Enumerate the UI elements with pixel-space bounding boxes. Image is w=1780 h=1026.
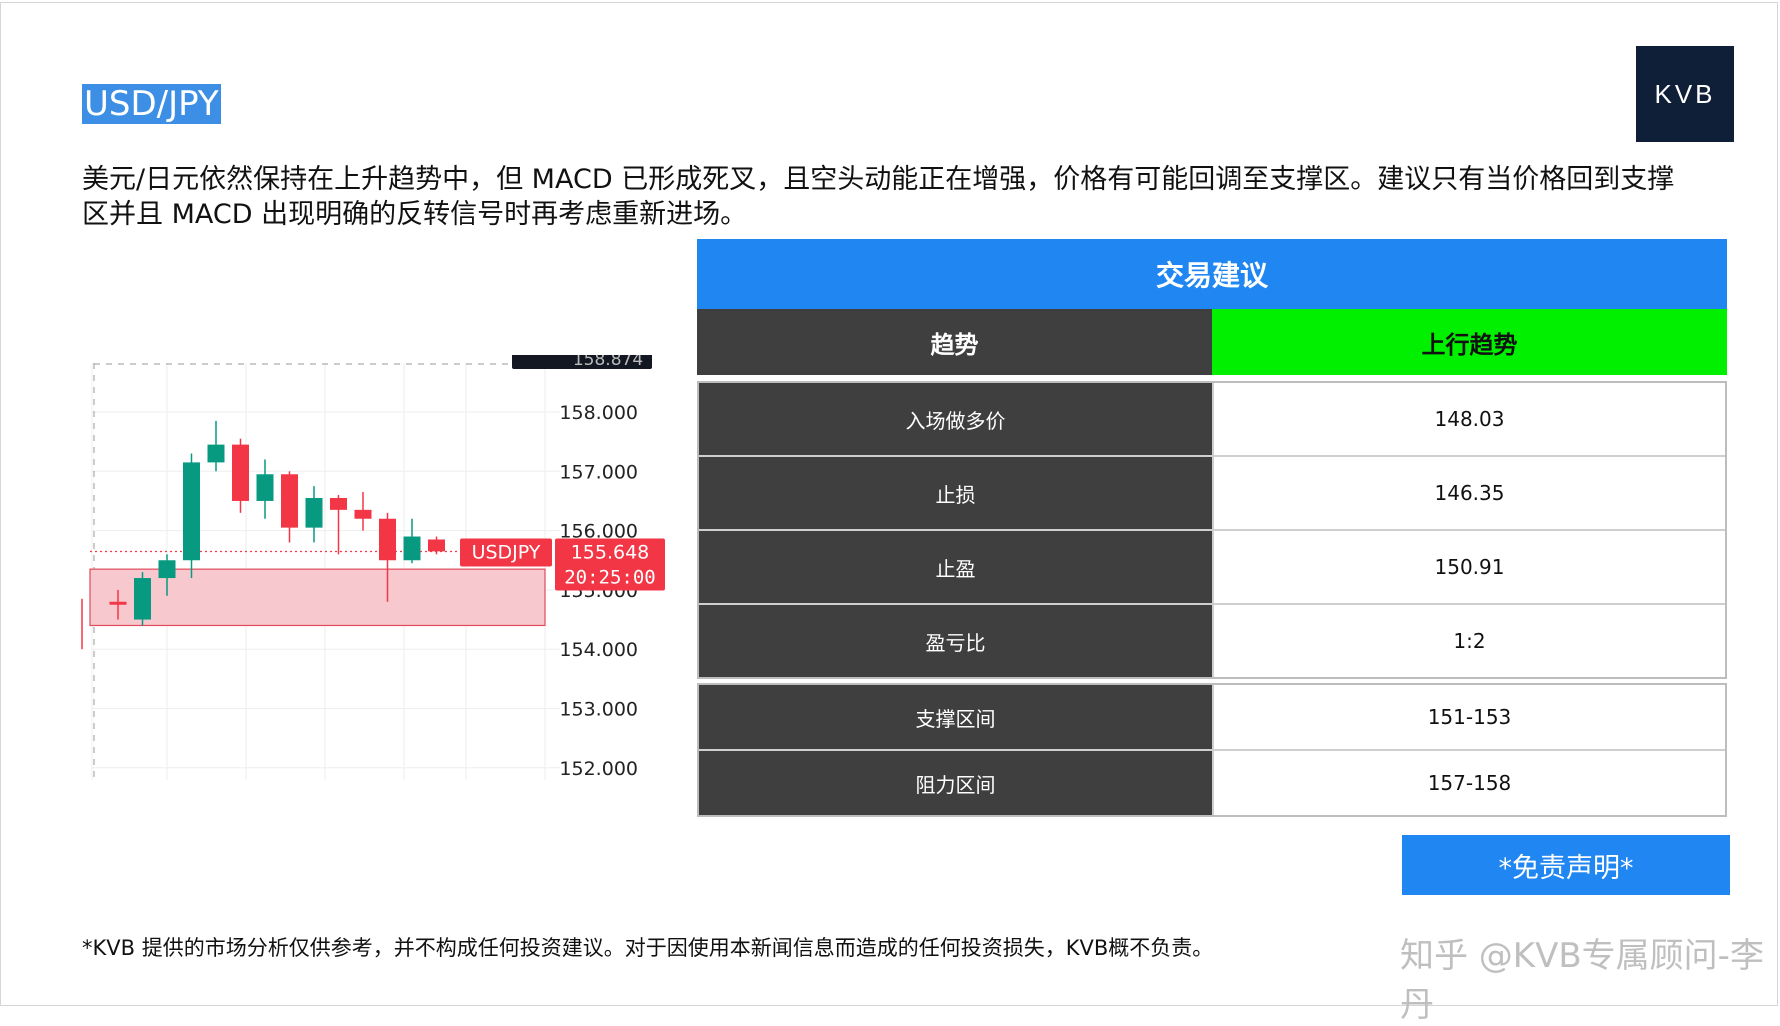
param-value: 150.91 xyxy=(1214,531,1725,603)
zone-label: 支撑区间 xyxy=(699,685,1214,749)
param-value: 1:2 xyxy=(1214,605,1725,677)
candle-body xyxy=(379,518,396,561)
symbol-label: USDJPY xyxy=(472,541,541,563)
support-zone xyxy=(89,568,546,627)
slide: USD/JPY KVB 美元/日元依然保持在上升趋势中，但 MACD 已形成死叉… xyxy=(0,0,1780,1025)
candle-body xyxy=(330,497,347,510)
y-tick-label: 157.000 xyxy=(559,461,638,483)
slide-title: USD/JPY xyxy=(82,84,221,124)
trend-label: 趋势 xyxy=(697,309,1212,375)
zone-params: 支撑区间 151-153 阻力区间 157-158 xyxy=(697,683,1727,817)
price-chart: 158.000157.000156.000155.000154.000153.0… xyxy=(81,355,665,780)
candle-body xyxy=(134,578,151,620)
candle-body xyxy=(305,497,323,528)
candle-body xyxy=(207,444,225,463)
zone-value: 151-153 xyxy=(1214,685,1725,749)
table-row: 支撑区间 151-153 xyxy=(699,685,1725,751)
top-price-label: 158.874 xyxy=(573,355,643,370)
y-tick-label: 158.000 xyxy=(559,402,638,424)
candle-body xyxy=(232,444,249,501)
candle-body xyxy=(403,536,421,561)
candle-body xyxy=(281,474,298,528)
time-label: 20:25:00 xyxy=(564,566,656,588)
y-tick-label: 154.000 xyxy=(559,639,638,661)
param-label: 止盈 xyxy=(699,531,1214,603)
candle-body xyxy=(109,601,127,605)
candle-body xyxy=(183,462,200,561)
watermark: 知乎 @KVB专属顾问-李丹 xyxy=(1400,936,1764,1025)
zone-label: 阻力区间 xyxy=(699,751,1214,815)
candle-body xyxy=(428,539,445,552)
footnote: *KVB 提供的市场分析仅供参考，并不构成任何投资建议。对于因使用本新闻信息而造… xyxy=(82,936,1214,960)
analysis-description: 美元/日元依然保持在上升趋势中，但 MACD 已形成死叉，且空头动能正在增强，价… xyxy=(82,164,1675,230)
table-row: 入场做多价 148.03 xyxy=(699,383,1725,457)
param-value: 148.03 xyxy=(1214,383,1725,455)
trade-recommendation-table: 交易建议 趋势 上行趋势 入场做多价 148.03 止损 146.35 止盈 1… xyxy=(697,239,1727,817)
trade-header: 交易建议 xyxy=(697,239,1727,309)
param-label: 止损 xyxy=(699,457,1214,529)
trend-value: 上行趋势 xyxy=(1212,309,1727,375)
table-row: 止损 146.35 xyxy=(699,457,1725,531)
candle-body xyxy=(158,560,176,579)
disclaimer-button[interactable]: *免责声明* xyxy=(1402,835,1730,895)
param-label: 入场做多价 xyxy=(699,383,1214,455)
candle-body xyxy=(354,509,372,519)
table-row: 止盈 150.91 xyxy=(699,531,1725,605)
param-value: 146.35 xyxy=(1214,457,1725,529)
logo-text: KVB xyxy=(1654,78,1716,109)
candle-body xyxy=(256,474,274,501)
trend-row: 趋势 上行趋势 xyxy=(697,309,1727,375)
table-row: 盈亏比 1:2 xyxy=(699,605,1725,677)
trade-params: 入场做多价 148.03 止损 146.35 止盈 150.91 盈亏比 1:2 xyxy=(697,381,1727,679)
y-tick-label: 152.000 xyxy=(559,758,638,780)
kvb-logo: KVB xyxy=(1636,46,1734,142)
price-label: 155.648 xyxy=(571,541,650,563)
table-row: 阻力区间 157-158 xyxy=(699,751,1725,815)
y-tick-label: 153.000 xyxy=(559,699,638,721)
param-label: 盈亏比 xyxy=(699,605,1214,677)
zone-value: 157-158 xyxy=(1214,751,1725,815)
